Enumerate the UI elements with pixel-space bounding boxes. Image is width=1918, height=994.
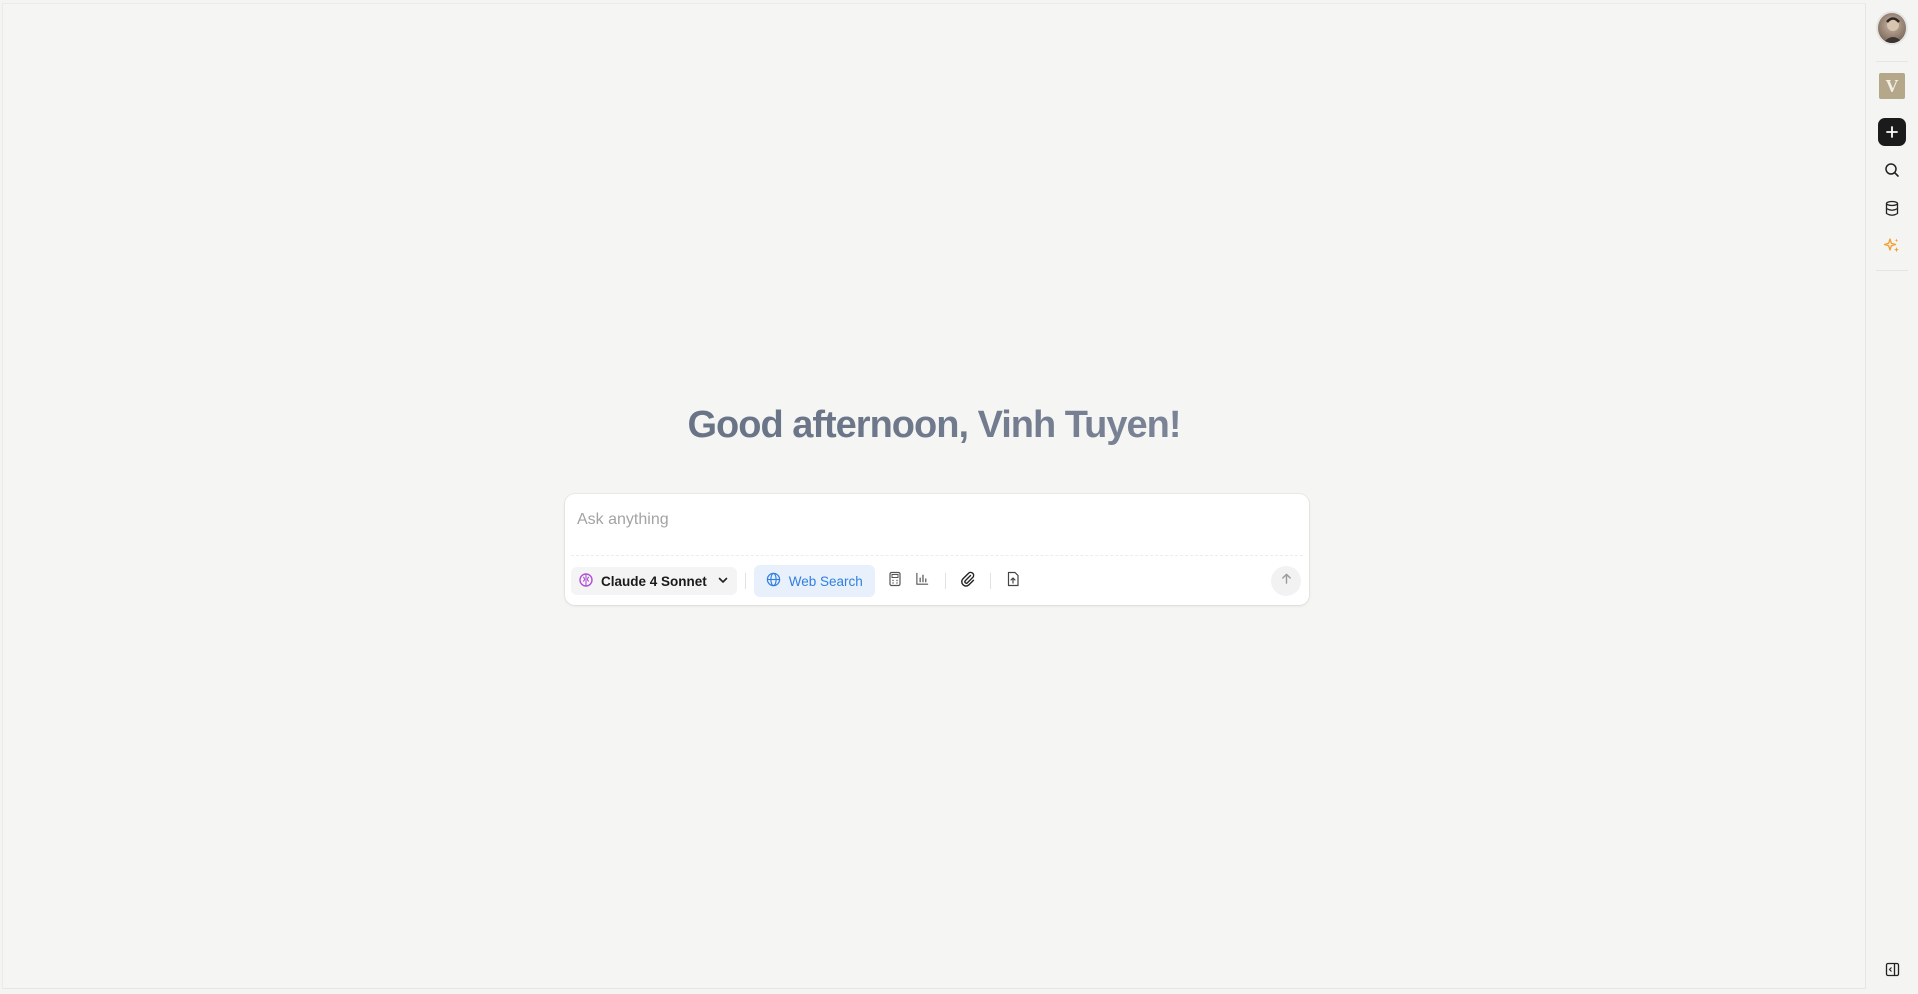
brain-icon	[579, 572, 593, 590]
plus-icon	[1878, 118, 1906, 146]
composer-divider	[571, 555, 1303, 556]
toolbar-separator	[944, 573, 946, 589]
sparkle-icon	[1883, 237, 1901, 260]
user-avatar-button[interactable]	[1876, 11, 1908, 45]
globe-icon	[766, 572, 781, 590]
rail-divider	[1876, 61, 1908, 62]
workspace-button[interactable]: V	[1876, 70, 1908, 102]
attach-button[interactable]	[954, 567, 982, 595]
sparkle-button[interactable]	[1876, 232, 1908, 264]
model-label: Claude 4 Sonnet	[601, 573, 707, 589]
panel-toggle-icon	[1885, 962, 1900, 982]
panel-toggle-button[interactable]	[1876, 956, 1908, 988]
prompt-input[interactable]	[577, 508, 1277, 532]
chevron-down-icon	[717, 574, 729, 589]
calculator-button[interactable]	[881, 567, 909, 595]
toolbar-separator	[744, 573, 746, 589]
composer-toolbar: Claude 4 Sonnet Web Search	[571, 565, 1301, 597]
arrow-up-icon	[1280, 572, 1293, 590]
web-search-label: Web Search	[788, 573, 863, 589]
right-rail: V	[1866, 0, 1918, 994]
upload-file-button[interactable]	[999, 567, 1027, 595]
model-selector[interactable]: Claude 4 Sonnet	[571, 567, 737, 595]
web-search-toggle[interactable]: Web Search	[753, 565, 875, 597]
toolbar-separator	[989, 573, 991, 589]
send-button[interactable]	[1271, 566, 1301, 596]
database-icon	[1884, 200, 1900, 222]
chart-button[interactable]	[909, 567, 937, 595]
calculator-icon	[888, 571, 902, 592]
search-icon	[1884, 162, 1900, 183]
new-chat-button[interactable]	[1876, 116, 1908, 148]
rail-divider	[1876, 270, 1908, 271]
file-upload-icon	[1006, 571, 1020, 592]
greeting-heading: Good afternoon, Vinh Tuyen!	[3, 404, 1865, 447]
search-button[interactable]	[1876, 156, 1908, 188]
avatar	[1876, 11, 1908, 45]
chat-composer: Claude 4 Sonnet Web Search	[565, 494, 1309, 605]
database-button[interactable]	[1876, 195, 1908, 227]
main-content: Good afternoon, Vinh Tuyen! Claude 4 Son…	[2, 3, 1866, 989]
workspace-badge: V	[1879, 73, 1905, 99]
bar-chart-icon	[915, 571, 930, 591]
paperclip-icon	[960, 571, 976, 592]
